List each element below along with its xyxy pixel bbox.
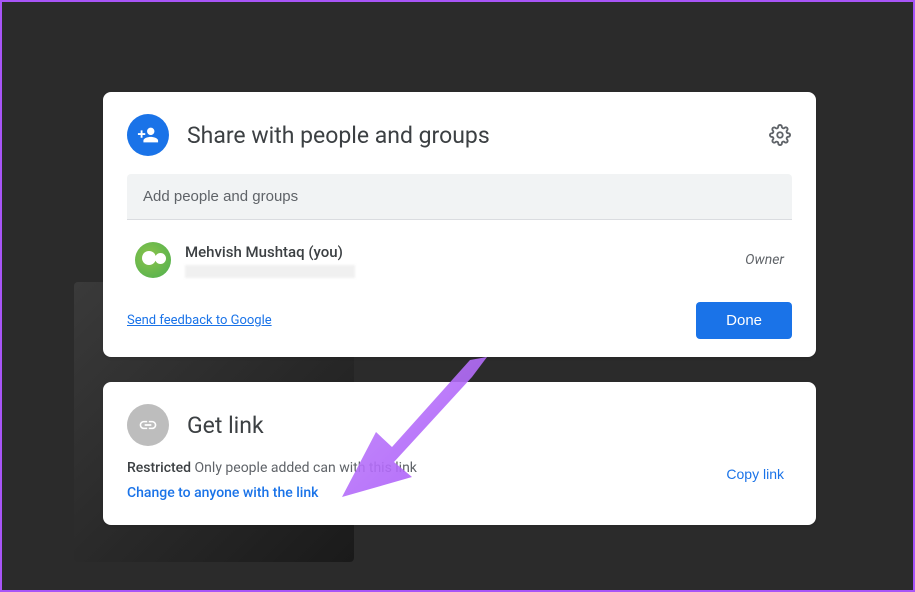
link-body: Restricted Only people added can with th…	[127, 460, 792, 501]
restriction-line: Restricted Only people added can with th…	[127, 460, 718, 476]
share-title: Share with people and groups	[187, 122, 750, 149]
copy-link-button[interactable]: Copy link	[718, 460, 792, 488]
change-access-link[interactable]: Change to anyone with the link	[127, 485, 318, 501]
link-header: Get link	[127, 404, 792, 446]
person-row: Mehvish Mushtaq (you) Owner	[127, 238, 792, 282]
person-role: Owner	[745, 252, 784, 268]
get-link-card: Get link Restricted Only people added ca…	[103, 382, 816, 525]
link-icon	[127, 404, 169, 446]
gear-icon	[769, 124, 791, 146]
done-button[interactable]: Done	[696, 302, 792, 339]
avatar	[135, 242, 171, 278]
person-name: Mehvish Mushtaq (you)	[185, 243, 731, 261]
person-email-redacted	[185, 265, 355, 278]
settings-button[interactable]	[768, 123, 792, 147]
person-add-icon	[127, 114, 169, 156]
add-people-input[interactable]	[127, 174, 792, 220]
person-info: Mehvish Mushtaq (you)	[185, 243, 731, 278]
feedback-link[interactable]: Send feedback to Google	[127, 313, 272, 328]
restricted-label: Restricted	[127, 460, 191, 476]
link-title: Get link	[187, 412, 264, 439]
restricted-desc: Only people added can with this link	[195, 460, 417, 476]
share-header: Share with people and groups	[127, 114, 792, 156]
share-dialog: Share with people and groups Mehvish Mus…	[103, 92, 816, 357]
link-info: Restricted Only people added can with th…	[127, 460, 718, 501]
share-footer: Send feedback to Google Done	[127, 302, 792, 339]
